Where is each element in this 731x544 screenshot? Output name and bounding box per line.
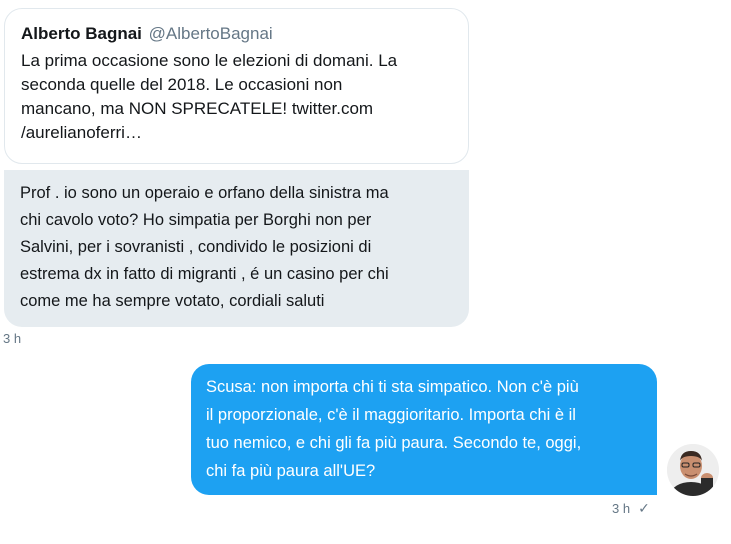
dm-conversation: Alberto Bagnai @AlbertoBagnai La prima o… bbox=[0, 0, 731, 544]
quoted-tweet-card[interactable]: Alberto Bagnai @AlbertoBagnai La prima o… bbox=[4, 8, 469, 164]
sent-message-timestamp-row: 3 h ✓ bbox=[612, 500, 650, 517]
avatar[interactable] bbox=[667, 444, 719, 496]
quoted-tweet-author-name: Alberto Bagnai bbox=[21, 24, 142, 43]
quoted-tweet-author-handle: @AlbertoBagnai bbox=[148, 24, 273, 43]
received-message-bubble: Prof . io sono un operaio e orfano della… bbox=[4, 170, 469, 327]
quoted-tweet-text: La prima occasione sono le elezioni di d… bbox=[21, 51, 398, 142]
sent-message-text: Scusa: non importa chi ti sta simpatico.… bbox=[206, 378, 582, 480]
quoted-tweet-header: Alberto Bagnai @AlbertoBagnai bbox=[21, 23, 452, 45]
sent-message-bubble: Scusa: non importa chi ti sta simpatico.… bbox=[191, 364, 657, 495]
avatar-photo bbox=[667, 444, 719, 496]
received-message-timestamp: 3 h bbox=[3, 331, 22, 346]
checkmark-icon: ✓ bbox=[638, 500, 650, 516]
received-message-text: Prof . io sono un operaio e orfano della… bbox=[20, 184, 389, 310]
sent-message-timestamp: 3 h bbox=[612, 501, 631, 516]
